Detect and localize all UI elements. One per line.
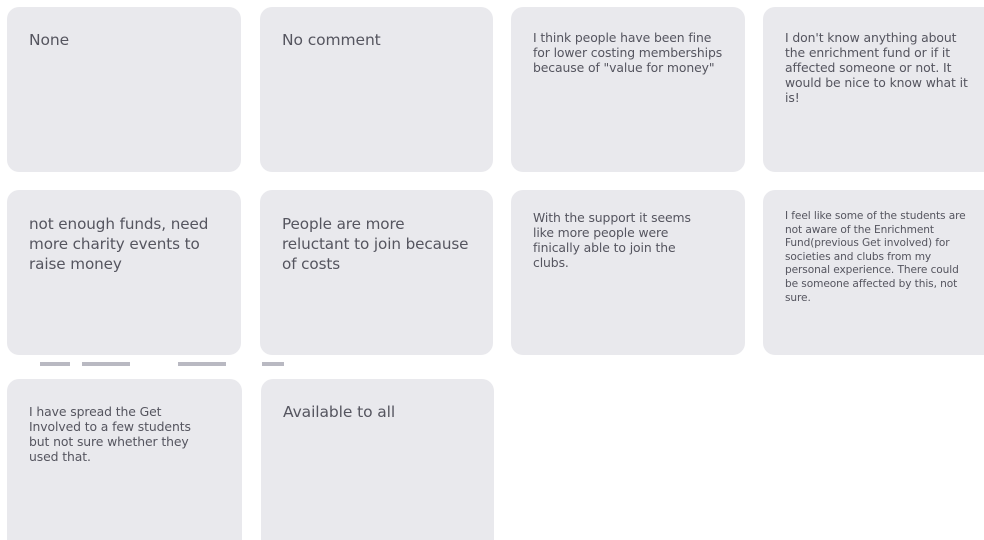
sticky-note[interactable]: I feel like some of the students are not… [763, 190, 984, 355]
divider [262, 362, 284, 366]
divider [40, 362, 70, 366]
sticky-note-text: not enough funds, need more charity even… [29, 215, 209, 273]
sticky-note-text: Available to all [283, 403, 396, 421]
sticky-note-text: I feel like some of the students are not… [785, 210, 966, 304]
sticky-note-text: I have spread the Get Involved to a few … [29, 404, 191, 464]
divider [178, 362, 226, 366]
divider [82, 362, 130, 366]
sticky-note-text: None [29, 31, 70, 49]
sticky-note[interactable]: No comment [260, 7, 493, 172]
sticky-note[interactable]: People are more reluctant to join becaus… [260, 190, 493, 355]
sticky-note-text: I don't know anything about the enrichme… [785, 30, 968, 105]
sticky-note[interactable]: I don't know anything about the enrichme… [763, 7, 984, 172]
sticky-note[interactable]: I have spread the Get Involved to a few … [7, 379, 242, 540]
sticky-note[interactable]: not enough funds, need more charity even… [7, 190, 241, 355]
sticky-note-text: With the support it seems like more peop… [533, 210, 691, 270]
sticky-note-text: People are more reluctant to join becaus… [282, 215, 469, 273]
sticky-note[interactable]: I think people have been fine for lower … [511, 7, 745, 172]
sticky-note[interactable]: Available to all [261, 379, 494, 540]
sticky-note-text: I think people have been fine for lower … [533, 30, 723, 75]
sticky-note[interactable]: With the support it seems like more peop… [511, 190, 745, 355]
sticky-note[interactable]: None [7, 7, 241, 172]
sticky-note-text: No comment [282, 31, 381, 49]
